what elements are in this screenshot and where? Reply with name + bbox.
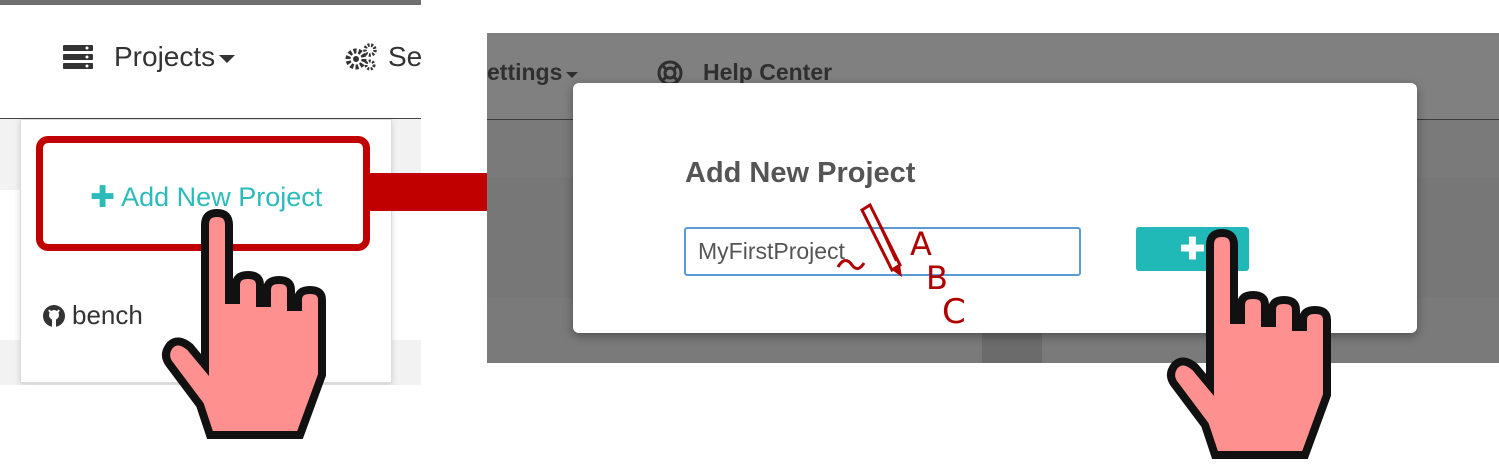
annotation-letter-c: C — [942, 292, 966, 330]
nav-settings[interactable]: ettings — [487, 59, 579, 86]
gears-icon — [345, 43, 377, 71]
dropdown-item-repo-label: bench — [72, 300, 143, 330]
dropdown-item-repo[interactable]: bench — [42, 300, 143, 331]
typing-annotation: A B C — [836, 202, 966, 330]
chevron-down-icon — [219, 55, 236, 63]
nav-help-center[interactable]: Help Center — [657, 59, 832, 86]
pointing-hand-icon — [1167, 228, 1331, 459]
server-stack-icon — [63, 45, 93, 69]
page-background-block — [982, 333, 1042, 363]
nav-projects[interactable]: Projects — [62, 41, 236, 73]
chevron-down-icon — [566, 71, 579, 78]
nav-settings[interactable]: Se — [344, 41, 421, 73]
nav-settings-label: ettings — [487, 59, 563, 85]
pen-icon — [860, 202, 902, 277]
nav-projects-label: Projects — [114, 41, 216, 72]
github-icon — [43, 304, 65, 327]
modal-title: Add New Project — [685, 157, 916, 189]
help-center-label: Help Center — [703, 59, 833, 85]
pointing-hand-icon — [162, 208, 326, 439]
annotation-letter-a: A — [910, 225, 932, 263]
top-navbar: Projects Se — [0, 5, 421, 119]
nav-settings-label: Se — [388, 41, 421, 72]
lifebuoy-icon — [657, 60, 683, 85]
